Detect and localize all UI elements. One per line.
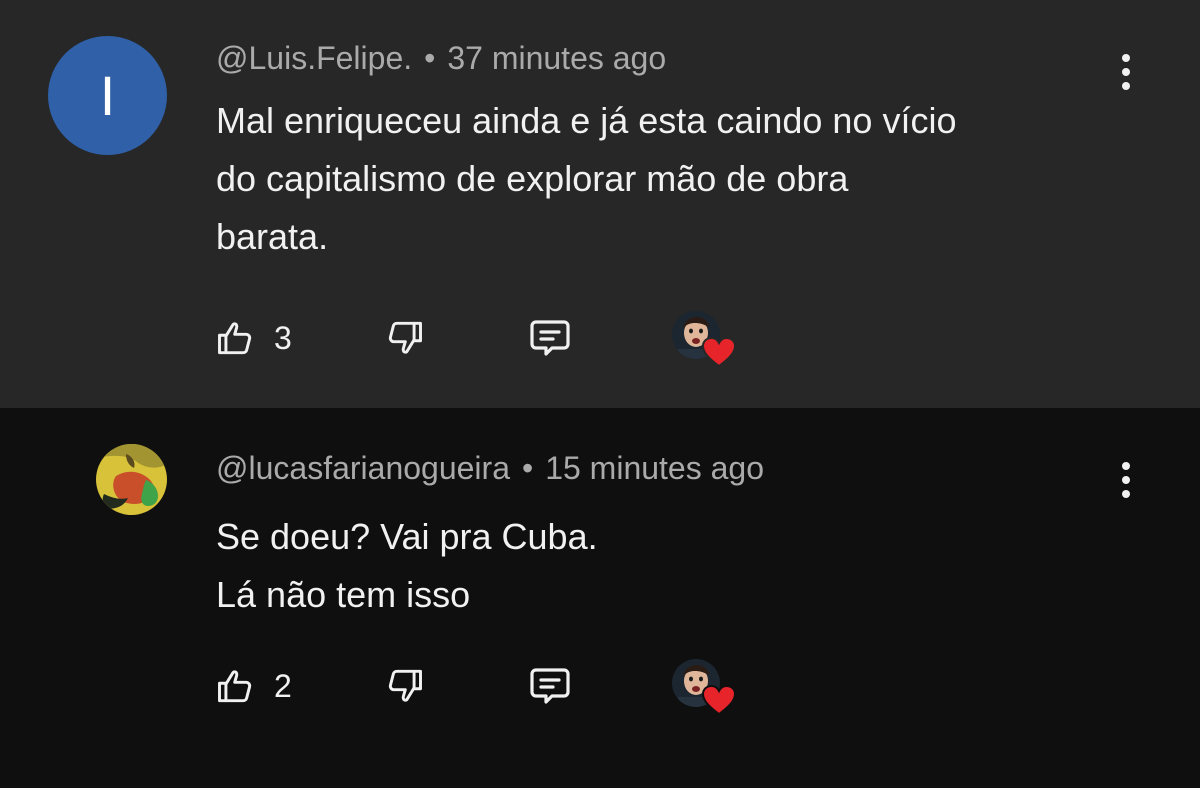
like-button[interactable]: 3 bbox=[214, 313, 292, 363]
like-button[interactable]: 2 bbox=[214, 661, 292, 711]
like-count: 3 bbox=[274, 319, 292, 356]
like-count: 2 bbox=[274, 667, 292, 704]
comment-meta: @Luis.Felipe. • 37 minutes ago bbox=[216, 40, 666, 77]
author-avatar[interactable] bbox=[96, 444, 167, 515]
comment-text: Se doeu? Vai pra Cuba. Lá não tem isso bbox=[216, 508, 1136, 624]
more-dot bbox=[1122, 490, 1130, 498]
author-avatar[interactable]: I bbox=[48, 36, 167, 155]
more-dot bbox=[1122, 462, 1130, 470]
thumbs-down-icon bbox=[388, 669, 422, 702]
reply-comment-icon bbox=[530, 320, 570, 356]
comment-1: I @Luis.Felipe. • 37 minutes ago Mal enriq… bbox=[0, 0, 1200, 408]
more-dot bbox=[1122, 476, 1130, 484]
thumbs-up-icon bbox=[218, 322, 252, 355]
author-handle[interactable]: @lucasfarianogueira bbox=[216, 450, 510, 486]
more-dot bbox=[1122, 68, 1130, 76]
comment-text: Mal enriqueceu ainda e já esta caindo no… bbox=[216, 92, 1136, 266]
comment-timestamp[interactable]: 15 minutes ago bbox=[545, 450, 764, 486]
creator-heart-icon bbox=[702, 685, 736, 715]
more-dot bbox=[1122, 54, 1130, 62]
thumbs-up-icon bbox=[218, 670, 252, 703]
comment-actions: 2 bbox=[214, 659, 774, 715]
comment-text-line: do capitalismo de explorar mão de obra bbox=[216, 158, 849, 199]
reply-comment-icon bbox=[530, 668, 570, 704]
comment-text-line: barata. bbox=[216, 216, 329, 257]
more-dot bbox=[1122, 82, 1130, 90]
comment-text-line: Lá não tem isso bbox=[216, 574, 471, 615]
comment-meta: @lucasfarianogueira • 15 minutes ago bbox=[216, 450, 764, 487]
creator-heart-icon bbox=[702, 337, 736, 367]
reply-button[interactable] bbox=[526, 661, 574, 711]
more-vertical-icon[interactable] bbox=[1114, 54, 1138, 90]
comment-timestamp[interactable]: 37 minutes ago bbox=[447, 40, 666, 76]
comment-text-line: Se doeu? Vai pra Cuba. bbox=[216, 516, 598, 557]
dislike-button[interactable] bbox=[382, 313, 426, 363]
reply-button[interactable] bbox=[526, 313, 574, 363]
comment-text-line: Mal enriqueceu ainda e já esta caindo no… bbox=[216, 100, 957, 141]
meta-separator: • bbox=[521, 450, 534, 486]
creator-heart[interactable] bbox=[672, 659, 736, 715]
dislike-button[interactable] bbox=[382, 661, 426, 711]
comment-actions: 3 bbox=[214, 311, 774, 367]
more-vertical-icon[interactable] bbox=[1114, 462, 1138, 498]
avatar-letter: I bbox=[99, 63, 116, 127]
comment-2: @lucasfarianogueira • 15 minutes ago Se do… bbox=[0, 408, 1200, 788]
meta-separator: • bbox=[424, 40, 436, 76]
creator-heart[interactable] bbox=[672, 311, 736, 367]
thumbs-down-icon bbox=[388, 321, 422, 354]
author-handle[interactable]: @Luis.Felipe. bbox=[216, 40, 412, 76]
